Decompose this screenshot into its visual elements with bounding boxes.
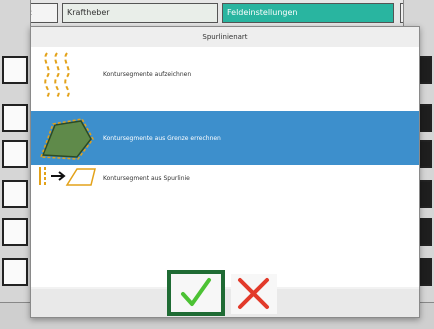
left-tool-button[interactable] [2, 258, 28, 286]
track-type-dialog: Spurlinienart Kontursegmente aufzeichnen… [30, 26, 420, 318]
option-label: Kontursegmente aus Grenze errechnen [103, 135, 221, 142]
left-tool-button[interactable] [2, 104, 28, 132]
field-boundary-icon [37, 115, 97, 161]
dialog-title: Spurlinienart [31, 27, 419, 48]
checkmark-icon [181, 278, 211, 306]
dialog-footer [31, 270, 419, 317]
left-tool-button[interactable] [2, 56, 28, 84]
option-label: Kontursegmente aufzeichnen [103, 71, 192, 78]
confirm-button[interactable] [167, 270, 225, 316]
option-list: Kontursegmente aufzeichnen Kontursegment… [31, 47, 419, 287]
top-tab-bar: ledic Kraftheber Feldeinstellungen + [0, 0, 434, 29]
option-segment-from-trackline[interactable]: Kontursegment aus Spurlinie [31, 157, 419, 197]
option-label: Kontursegment aus Spurlinie [103, 175, 190, 182]
tab-feldeinstellungen[interactable]: Feldeinstellungen [222, 3, 394, 23]
left-tool-button[interactable] [2, 218, 28, 246]
line-to-segment-icon [37, 161, 97, 207]
x-icon [238, 278, 269, 309]
left-tool-button[interactable] [2, 180, 28, 208]
left-toolbar [0, 0, 31, 329]
tab-kraftheber[interactable]: Kraftheber [62, 3, 218, 23]
left-tool-button[interactable] [2, 140, 28, 168]
cancel-button[interactable] [231, 274, 277, 314]
option-record-segments[interactable]: Kontursegmente aufzeichnen [31, 47, 419, 101]
trace-path-icon [37, 51, 97, 98]
